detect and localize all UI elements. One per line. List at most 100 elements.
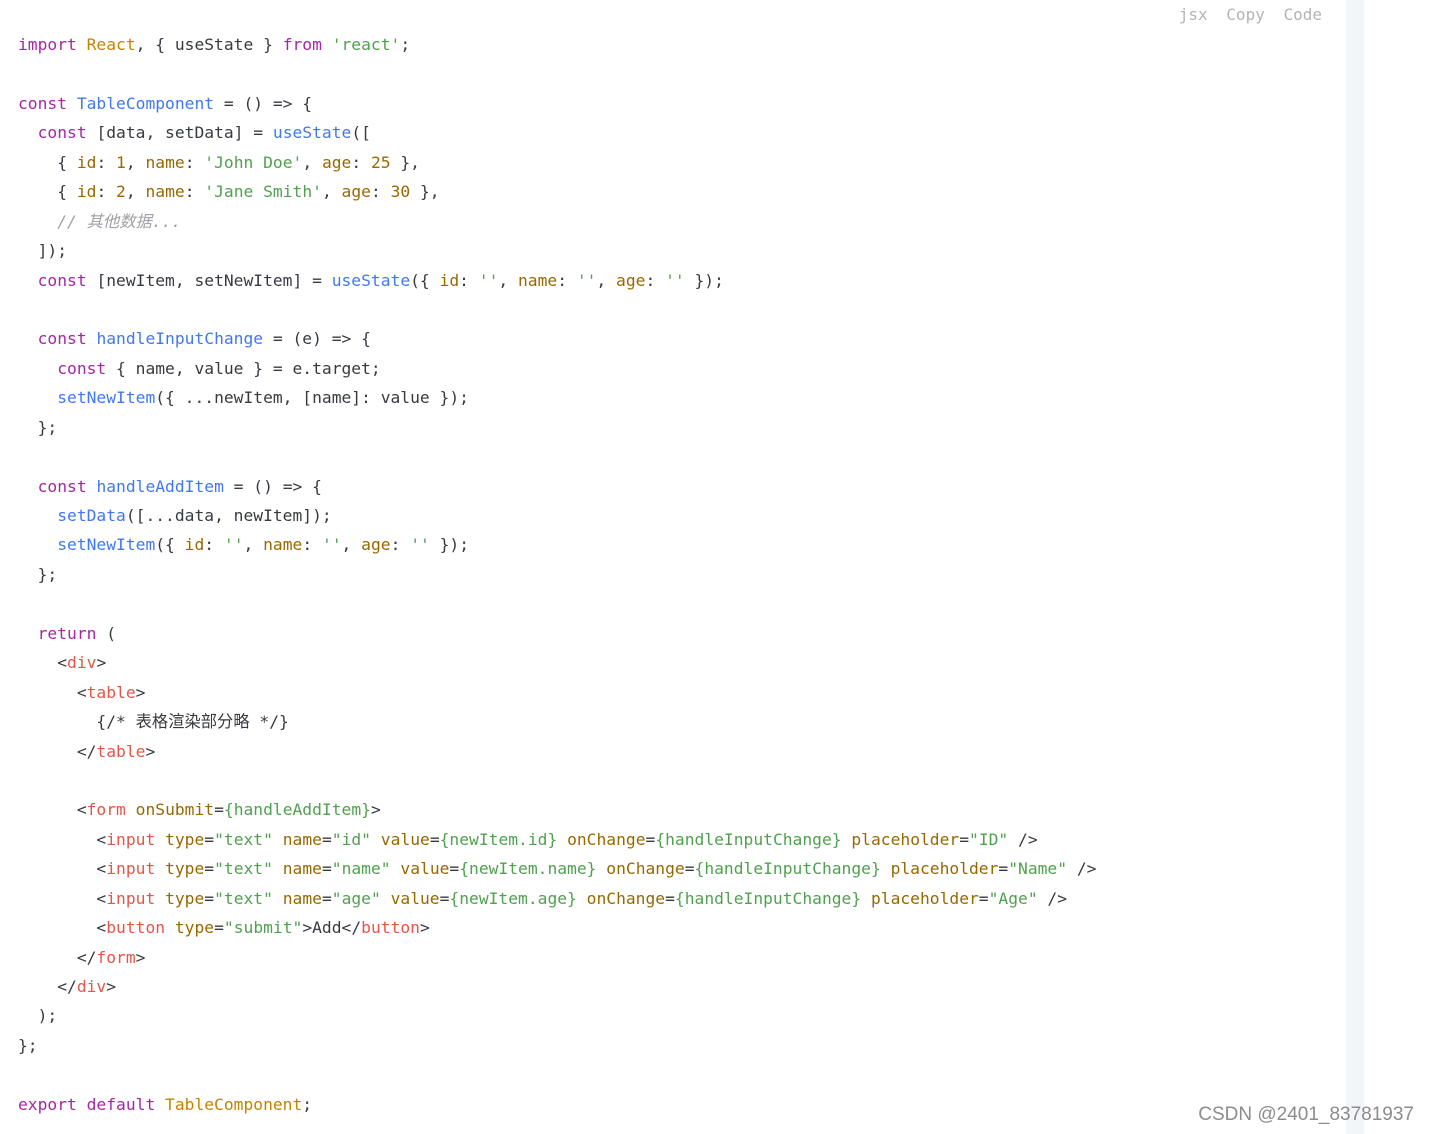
code-token: const [37, 270, 97, 290]
code-line: </div> [18, 972, 1096, 1001]
code-token: "age" [331, 888, 381, 908]
code-token: > [135, 947, 146, 967]
code-token: = [449, 859, 460, 879]
code-token: : [390, 535, 411, 555]
code-token: {handleInputChange} [674, 888, 862, 908]
code-token: 'John Doe' [204, 152, 303, 172]
code-token: /> [1008, 829, 1038, 849]
code-line: }; [18, 1031, 1096, 1060]
code-token: button [361, 918, 420, 938]
code-line: </table> [18, 737, 1096, 766]
code-token: "ID" [969, 829, 1009, 849]
code-token: React [86, 35, 136, 54]
code-token: type [174, 918, 215, 938]
code-token: {/* 表格渲染部分略 */} [18, 712, 289, 732]
code-token: : [96, 152, 117, 172]
code-line: ]); [18, 236, 1096, 265]
code-token: '' [321, 535, 342, 555]
code-token: '' [665, 270, 685, 290]
code-line: const [newItem, setNewItem] = useState({… [18, 266, 1096, 295]
code-token: "text" [214, 829, 273, 849]
code-line: <table> [18, 678, 1096, 707]
code-token: ({ [410, 270, 440, 290]
code-token: from [282, 35, 332, 54]
code-token: const [57, 358, 117, 378]
code-token: : [557, 270, 577, 290]
code-token: > [419, 918, 430, 938]
code-token: const [18, 93, 77, 113]
code-token: ({ [155, 535, 185, 555]
code-token: [data, setData] = [96, 123, 273, 143]
code-token: }, [410, 182, 440, 202]
code-token: = [429, 829, 440, 849]
code-token: {newItem.id} [439, 829, 558, 849]
code-token: input [106, 859, 156, 879]
code-token: {newItem.name} [459, 859, 597, 879]
code-line: ); [18, 1001, 1096, 1030]
code-token: , [125, 182, 146, 202]
code-line: <input type="text" name="id" value={newI… [18, 825, 1096, 854]
code-token: }; [18, 417, 58, 437]
vertical-scrollbar[interactable] [1346, 0, 1364, 1134]
code-token: value [400, 859, 450, 879]
copy-button[interactable]: Copy [1226, 5, 1265, 24]
code-token: {newItem.age} [449, 888, 577, 908]
code-token: = [321, 829, 332, 849]
code-token: , [341, 535, 362, 555]
code-token: : [645, 270, 666, 290]
code-toolbar: jsx Copy Code [1170, 5, 1322, 24]
code-token: input [106, 888, 156, 908]
code-token: 'Jane Smith' [204, 182, 322, 202]
code-button[interactable]: Code [1283, 5, 1322, 24]
code-token: type [165, 888, 205, 908]
code-token: useState [331, 270, 411, 290]
code-line: const handleAddItem = () => { [18, 472, 1096, 501]
code-token: : [351, 152, 371, 172]
code-token: : [302, 535, 322, 555]
code-token: table [96, 741, 146, 761]
code-token: '' [223, 535, 244, 555]
code-token: placeholder [890, 859, 999, 879]
code-token: = [665, 888, 675, 908]
code-line: </form> [18, 943, 1096, 972]
code-token: > [106, 977, 117, 996]
code-token: }, [390, 152, 420, 172]
code-token: useState [272, 123, 352, 143]
code-token: = [959, 829, 970, 849]
code-token: age [321, 152, 352, 172]
code-token: , [321, 182, 342, 202]
code-token: , [596, 270, 617, 290]
code-token: name [282, 829, 322, 849]
code-line: setNewItem({ id: '', name: '', age: '' }… [18, 530, 1096, 559]
code-token: = [684, 859, 695, 879]
code-token: = [204, 829, 215, 849]
code-token: placeholder [851, 829, 960, 849]
code-token: = [321, 859, 332, 879]
code-token: 25 [370, 152, 391, 172]
code-line: // 其他数据... [18, 207, 1096, 236]
code-token: [newItem, setNewItem] = [96, 270, 332, 290]
code-line: <button type="submit">Add</button> [18, 913, 1096, 942]
code-token: : [459, 270, 479, 290]
code-token: = [204, 859, 215, 879]
code-token: '' [576, 270, 597, 290]
code-token: = [214, 918, 224, 938]
code-token: : [184, 182, 205, 202]
code-viewer: jsx Copy Code import React, { useState }… [0, 0, 1346, 1134]
code-token: ; [302, 1094, 313, 1114]
code-token: 2 [116, 182, 126, 202]
code-token: '' [478, 270, 499, 290]
